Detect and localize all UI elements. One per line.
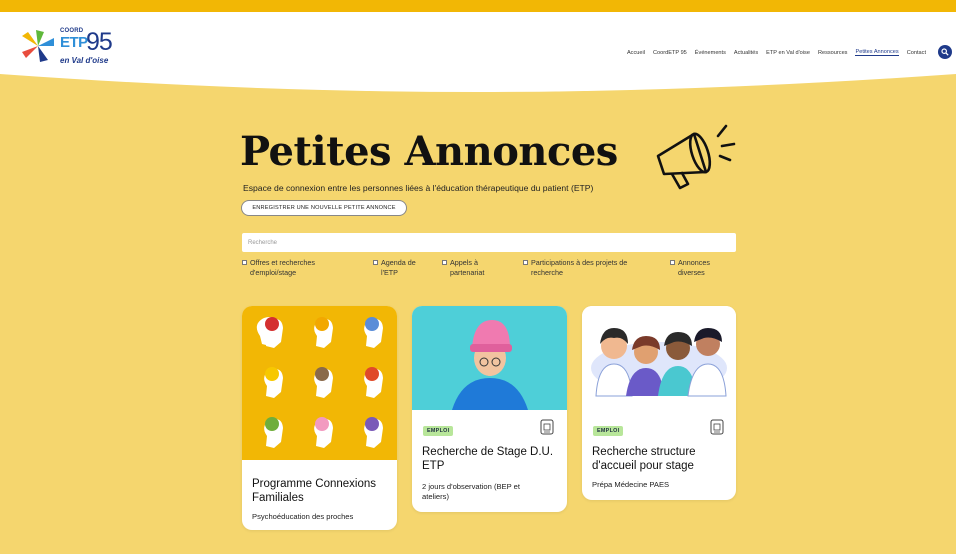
filter-offres[interactable]: Offres et recherches d'emploi/stage <box>242 258 315 278</box>
card-2-description: 2 jours d'observation (BEP et ateliers) <box>422 482 520 502</box>
filter-participations[interactable]: Participations à des projets de recherche <box>523 258 627 278</box>
card-1-title: Programme Connexions Familiales <box>252 477 392 505</box>
filter-offres-label: Offres et recherches <box>250 258 315 267</box>
nav-actualites[interactable]: Actualités <box>734 50 758 56</box>
card-2-title: Recherche de Stage D.U. ETP <box>422 445 562 473</box>
register-ad-button[interactable]: ENREGISTRER UNE NOUVELLE PETITE ANNONCE <box>241 200 407 216</box>
checkbox[interactable] <box>242 260 247 265</box>
nav-coordetp95[interactable]: CoordETP 95 <box>653 50 687 56</box>
filter-appels-label-2: partenariat <box>450 268 485 277</box>
page-title: Petites Annonces <box>240 128 618 175</box>
filter-agenda[interactable]: Agenda de l'ETP <box>373 258 416 278</box>
nav-petites-annonces[interactable]: Petites Annonces <box>855 49 899 56</box>
ad-card-2[interactable]: EMPLOI Recherche de Stage D.U. ETP 2 jou… <box>412 306 567 512</box>
search-input[interactable]: Recherche <box>242 233 736 252</box>
document-icon <box>710 419 724 435</box>
filter-offres-label-2: d'emploi/stage <box>250 268 297 277</box>
filter-agenda-label: Agenda de <box>381 258 416 267</box>
checkbox[interactable] <box>442 260 447 265</box>
logo-region-text: en Val d'oise <box>60 56 109 65</box>
flower-heads-image <box>242 306 397 460</box>
nav-contact[interactable]: Contact <box>907 50 926 56</box>
filter-participations-label: Participations à des projets de <box>531 258 628 267</box>
filter-row: Offres et recherches d'emploi/stage Agend… <box>242 258 736 284</box>
card-2-title-line-1: Recherche de Stage D.U. <box>422 446 554 458</box>
card-3-description: Prépa Médecine PAES <box>592 480 670 489</box>
nav-accueil[interactable]: Accueil <box>627 50 645 56</box>
card-3-badge: EMPLOI <box>593 426 624 436</box>
card-3-title: Recherche structure d'accueil pour stage <box>592 445 732 473</box>
main-nav: Accueil CoordETP 95 Événements Actualité… <box>627 49 926 56</box>
card-1-title-line-2: Familiales <box>252 492 304 504</box>
filter-appels-label: Appels à <box>450 258 478 267</box>
search-icon <box>941 48 949 56</box>
logo-star-icon <box>22 30 54 62</box>
search-button[interactable] <box>938 45 952 59</box>
filter-agenda-label-2: l'ETP <box>381 268 398 277</box>
ad-card-1[interactable]: Programme Connexions Familiales Psychoéd… <box>242 306 397 530</box>
nav-evenements[interactable]: Événements <box>695 50 726 56</box>
nav-etp-val-oise[interactable]: ETP en Val d'oise <box>766 50 810 56</box>
filter-annonces-label-2: diverses <box>678 268 705 277</box>
checkbox[interactable] <box>523 260 528 265</box>
checkbox[interactable] <box>373 260 378 265</box>
header-wave <box>0 70 956 92</box>
filter-annonces-label: Annonces <box>678 258 710 267</box>
medical-team-image <box>582 306 736 402</box>
filter-participations-label-2: recherche <box>531 268 563 277</box>
filter-annonces[interactable]: Annonces diverses <box>670 258 710 278</box>
logo-etp-text: ETP <box>60 34 88 51</box>
top-strip <box>0 0 956 12</box>
card-2-badge: EMPLOI <box>423 426 454 436</box>
card-2-description-line-1: 2 jours d'observation (BEP et <box>422 482 520 491</box>
card-1-description: Psychoéducation des proches <box>252 512 354 521</box>
ad-card-3[interactable]: EMPLOI Recherche structure d'accueil pou… <box>582 306 736 500</box>
logo-number-text: 95 <box>86 28 113 56</box>
card-3-title-line-2: d'accueil pour stage <box>592 460 694 472</box>
megaphone-icon <box>656 124 736 190</box>
card-2-title-line-2: ETP <box>422 460 445 472</box>
nav-ressources[interactable]: Ressources <box>818 50 848 56</box>
checkbox[interactable] <box>670 260 675 265</box>
person-pink-hat-image <box>412 306 567 410</box>
filter-appels[interactable]: Appels à partenariat <box>442 258 484 278</box>
logo[interactable]: COORD ETP 95 en Val d'oise <box>20 26 130 70</box>
document-icon <box>540 419 554 435</box>
card-2-description-line-2: ateliers) <box>422 492 450 501</box>
page-subtitle: Espace de connexion entre les personnes … <box>243 183 594 193</box>
card-1-title-line-1: Programme Connexions <box>252 478 377 490</box>
card-3-title-line-1: Recherche structure <box>592 446 696 458</box>
header: COORD ETP 95 en Val d'oise Accueil Coord… <box>0 12 956 72</box>
